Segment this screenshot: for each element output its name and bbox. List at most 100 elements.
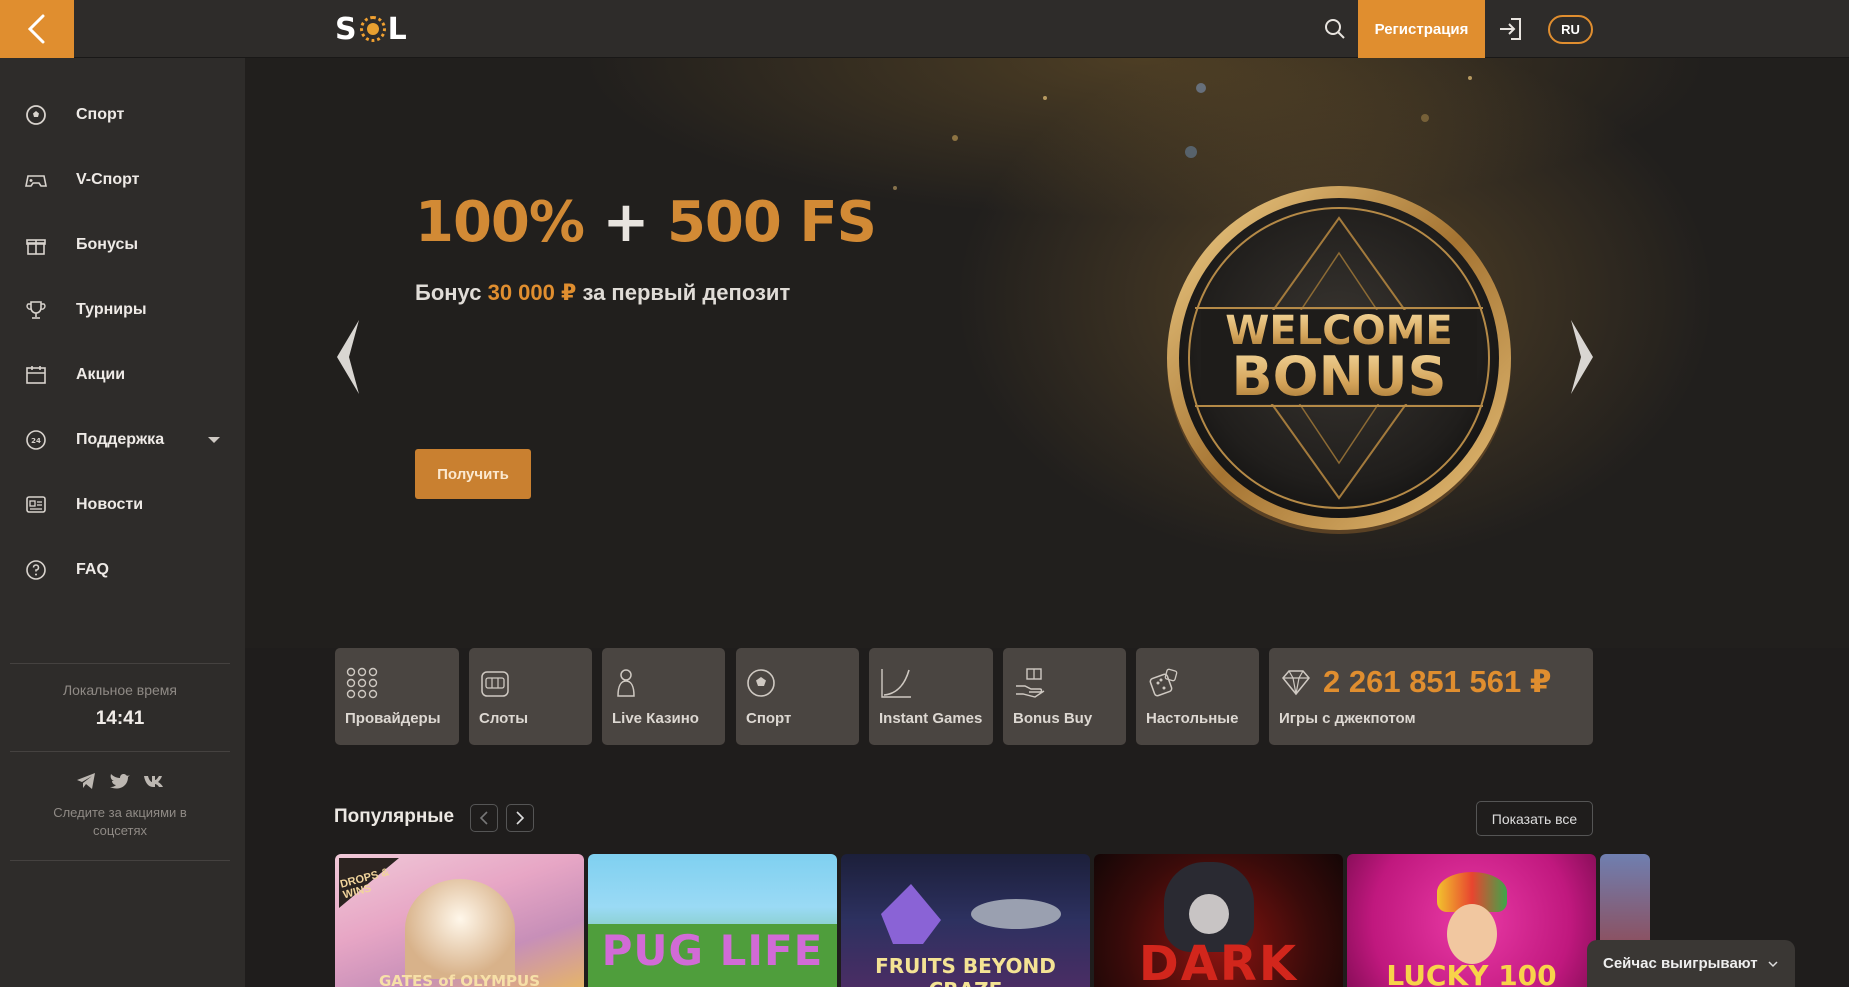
game-title: GATES of OLYMPUS	[378, 972, 541, 987]
support-24-icon: 24	[26, 430, 46, 450]
curve-chart-icon	[881, 669, 911, 698]
sidebar-item-vsport[interactable]: V-Спорт	[0, 155, 245, 205]
popular-next-button[interactable]	[506, 804, 534, 832]
get-bonus-button[interactable]: Получить	[415, 449, 531, 499]
sidebar-item-label: Акции	[76, 366, 126, 383]
game-card-gates-of-olympus[interactable]: DROPS & WINS GATES of OLYMPUS	[335, 854, 584, 987]
winning-now-panel-toggle[interactable]: Сейчас выигрывают	[1587, 940, 1795, 987]
hero-banner: 100% + 500 FS Бонус 30 000 ₽ за первый д…	[245, 58, 1849, 648]
news-icon	[26, 496, 46, 513]
language-selector[interactable]: RU	[1548, 15, 1593, 44]
game-title: LUCKY 100	[1386, 959, 1557, 987]
providers-grid-icon	[346, 667, 378, 699]
gift-icon	[26, 239, 46, 255]
svg-text:24: 24	[31, 437, 41, 445]
sidebar-item-support[interactable]: 24 Поддержка	[0, 415, 245, 465]
hero-subtitle: Бонус 30 000 ₽ за первый депозит	[415, 280, 790, 306]
search-button[interactable]	[1322, 16, 1348, 42]
game-title: DARK	[1138, 936, 1299, 987]
game-title: FRUITS BEYOND CRAZE	[875, 954, 1056, 987]
sparkles-decoration	[893, 76, 1472, 190]
hero-subtitle-suffix: за первый депозит	[582, 280, 791, 305]
category-label: Настольные	[1146, 710, 1239, 727]
login-icon	[1500, 18, 1521, 40]
hero-title-fs: 500 FS	[666, 190, 877, 255]
chevron-down-icon[interactable]	[208, 437, 220, 443]
category-providers[interactable]: Провайдеры	[335, 648, 459, 745]
soccer-ball-icon	[26, 105, 46, 125]
game-card-dark[interactable]: DARK	[1094, 854, 1343, 987]
category-sport[interactable]: Спорт	[736, 648, 859, 745]
popular-title: Популярные	[334, 806, 455, 827]
hero-subtitle-prefix: Бонус	[415, 280, 482, 305]
show-all-button[interactable]: Показать все	[1476, 801, 1593, 836]
sidebar: Спорт V-Спорт Бонусы Турниры Акции 24 По…	[0, 58, 245, 987]
category-table-games[interactable]: Настольные	[1136, 648, 1259, 745]
sidebar-item-promotions[interactable]: Акции	[0, 350, 245, 400]
game-card-lucky-100[interactable]: LUCKY 100	[1347, 854, 1596, 987]
sidebar-item-sport[interactable]: Спорт	[0, 90, 245, 140]
hero-title-percent: 100%	[415, 190, 585, 255]
local-time-label: Локальное время	[62, 682, 178, 698]
crystal-shape	[881, 884, 941, 944]
sidebar-item-faq[interactable]: FAQ	[0, 545, 245, 595]
coin-text-bonus: BONUS	[1232, 345, 1447, 408]
gamepad-icon	[25, 175, 47, 187]
social-links	[0, 772, 240, 790]
divider	[10, 860, 230, 861]
category-bonus-buy[interactable]: Bonus Buy	[1003, 648, 1126, 745]
carousel-next-arrow-icon[interactable]	[1567, 318, 1597, 396]
hero-title: 100% + 500 FS	[415, 190, 877, 255]
category-jackpot-games[interactable]: 2 261 851 561 ₽ Игры с джекпотом	[1269, 648, 1593, 745]
ufo-shape	[971, 899, 1061, 929]
hero-bonus-amount: 30 000 ₽	[487, 280, 577, 305]
sun-logo-icon	[359, 16, 386, 42]
social-caption: Следите за акциями в соцсетях	[53, 805, 187, 838]
sidebar-item-label: FAQ	[76, 561, 109, 578]
question-icon	[26, 560, 46, 580]
divider	[10, 751, 230, 752]
chevron-right-icon	[516, 811, 525, 825]
category-label: Live Казино	[612, 710, 699, 727]
welcome-bonus-coin: WELCOME BONUS	[1167, 186, 1511, 534]
chevron-down-icon	[1768, 960, 1778, 967]
game-card-fruits-beyond-craze[interactable]: FRUITS BEYOND CRAZE	[841, 854, 1090, 987]
hero-title-plus: +	[602, 190, 650, 255]
skull-face	[1189, 894, 1229, 934]
sidebar-item-news[interactable]: Новости	[0, 480, 245, 530]
top-bar: SL Регистрация RU	[0, 0, 1849, 58]
winning-now-label: Сейчас выигрывают	[1603, 955, 1758, 972]
chevron-left-icon	[479, 811, 488, 825]
diamond-icon	[1282, 670, 1310, 696]
telegram-icon[interactable]	[75, 772, 97, 790]
trophy-icon	[26, 301, 46, 319]
category-label: Instant Games	[879, 710, 983, 727]
sidebar-item-tournaments[interactable]: Турниры	[0, 285, 245, 335]
category-instant-games[interactable]: Instant Games	[869, 648, 993, 745]
sidebar-item-label: Спорт	[76, 106, 125, 123]
register-button[interactable]: Регистрация	[1358, 0, 1485, 58]
sidebar-item-label: V-Спорт	[76, 171, 140, 188]
login-button[interactable]	[1497, 15, 1525, 43]
zeus-figure	[405, 879, 515, 979]
twitter-icon[interactable]	[109, 772, 131, 790]
slot-machine-icon	[481, 671, 509, 697]
category-label: Игры с джекпотом	[1279, 710, 1416, 727]
category-label: Спорт	[746, 710, 792, 727]
carousel-prev-arrow-icon[interactable]	[333, 318, 363, 396]
search-icon	[1325, 19, 1345, 39]
logo[interactable]: SL	[335, 12, 408, 47]
vk-icon[interactable]	[143, 772, 165, 790]
game-title: PUG LIFE	[601, 926, 824, 975]
category-label: Провайдеры	[345, 710, 441, 727]
game-card-pug-life[interactable]: PUG LIFE	[588, 854, 837, 987]
jackpot-amount: 2 261 851 561 ₽	[1323, 664, 1552, 699]
sidebar-collapse-button[interactable]	[0, 0, 74, 58]
sidebar-item-bonuses[interactable]: Бонусы	[0, 220, 245, 270]
category-live-casino[interactable]: Live Казино	[602, 648, 725, 745]
live-dealer-icon	[617, 669, 635, 697]
sidebar-item-label: Новости	[76, 496, 144, 513]
popular-prev-button[interactable]	[470, 804, 498, 832]
category-slots[interactable]: Слоты	[469, 648, 592, 745]
jester-face	[1447, 904, 1497, 964]
